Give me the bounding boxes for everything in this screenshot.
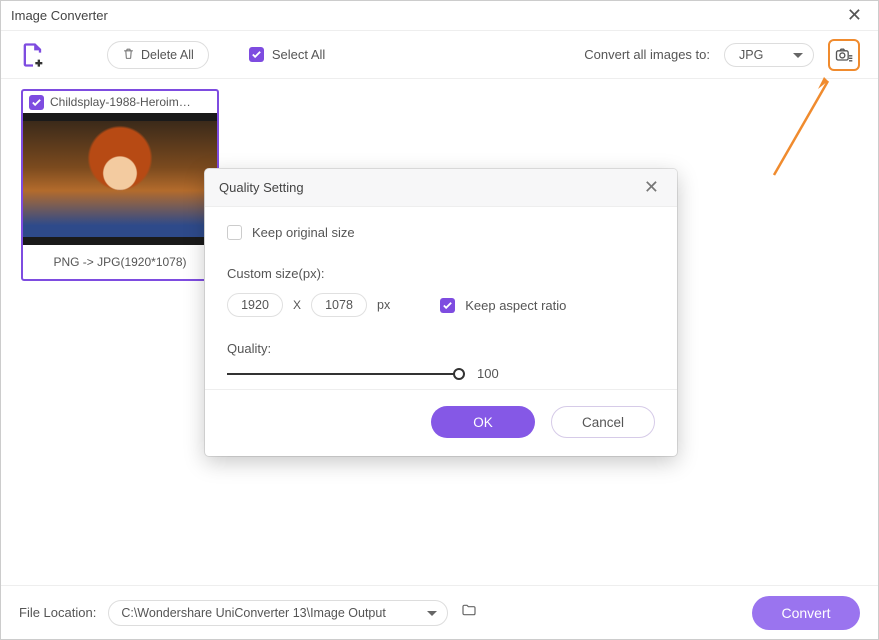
close-icon[interactable]: ✕ xyxy=(841,5,868,26)
thumbnail-checkbox[interactable] xyxy=(29,95,44,110)
image-thumbnail-card[interactable]: Childsplay-1988-Heroim… PNG -> JPG(1920*… xyxy=(21,89,219,281)
quality-setting-dialog: Quality Setting ✕ Keep original size Cus… xyxy=(205,169,677,456)
thumbnail-header: Childsplay-1988-Heroim… xyxy=(23,91,217,113)
file-location-select[interactable]: C:\Wondershare UniConverter 13\Image Out… xyxy=(108,600,448,626)
trash-icon xyxy=(122,47,135,63)
quality-value: 100 xyxy=(477,366,499,381)
thumbnail-conversion-info: PNG -> JPG(1920*1078) xyxy=(23,245,217,279)
convert-button[interactable]: Convert xyxy=(752,596,860,630)
format-select[interactable]: JPG xyxy=(724,43,814,67)
dialog-title: Quality Setting xyxy=(219,180,640,195)
select-all-checkbox[interactable]: Select All xyxy=(249,47,325,62)
convert-all-label: Convert all images to: xyxy=(584,47,710,62)
width-input[interactable]: 1920 xyxy=(227,293,283,317)
keep-original-label: Keep original size xyxy=(252,225,355,240)
format-selected-value: JPG xyxy=(739,48,763,62)
height-input[interactable]: 1078 xyxy=(311,293,367,317)
quality-label: Quality: xyxy=(227,341,655,356)
camera-gear-icon xyxy=(834,45,854,65)
custom-size-label: Custom size(px): xyxy=(227,266,655,281)
px-label: px xyxy=(377,298,390,312)
annotation-arrow xyxy=(768,71,838,181)
delete-all-button[interactable]: Delete All xyxy=(107,41,209,69)
keep-aspect-label: Keep aspect ratio xyxy=(465,298,566,313)
dialog-header: Quality Setting ✕ xyxy=(205,169,677,207)
quality-slider[interactable] xyxy=(227,367,459,381)
times-label: X xyxy=(293,298,301,312)
cancel-button[interactable]: Cancel xyxy=(551,406,655,438)
select-all-label: Select All xyxy=(272,47,325,62)
slider-knob[interactable] xyxy=(453,368,465,380)
open-folder-icon[interactable] xyxy=(460,602,478,623)
checkbox-checked-icon xyxy=(249,47,264,62)
thumbnail-image xyxy=(23,113,217,245)
dialog-close-icon[interactable]: ✕ xyxy=(640,177,663,198)
file-location-label: File Location: xyxy=(19,605,96,620)
keep-original-checkbox[interactable] xyxy=(227,225,242,240)
toolbar: Delete All Select All Convert all images… xyxy=(1,31,878,79)
delete-all-label: Delete All xyxy=(141,48,194,62)
add-file-icon[interactable] xyxy=(19,41,47,69)
settings-button[interactable] xyxy=(828,39,860,71)
thumbnail-filename: Childsplay-1988-Heroim… xyxy=(50,95,191,109)
footer: File Location: C:\Wondershare UniConvert… xyxy=(1,585,878,639)
ok-button[interactable]: OK xyxy=(431,406,535,438)
window-title: Image Converter xyxy=(11,8,841,23)
titlebar: Image Converter ✕ xyxy=(1,1,878,31)
keep-aspect-checkbox[interactable] xyxy=(440,298,455,313)
file-location-path: C:\Wondershare UniConverter 13\Image Out… xyxy=(121,606,385,620)
